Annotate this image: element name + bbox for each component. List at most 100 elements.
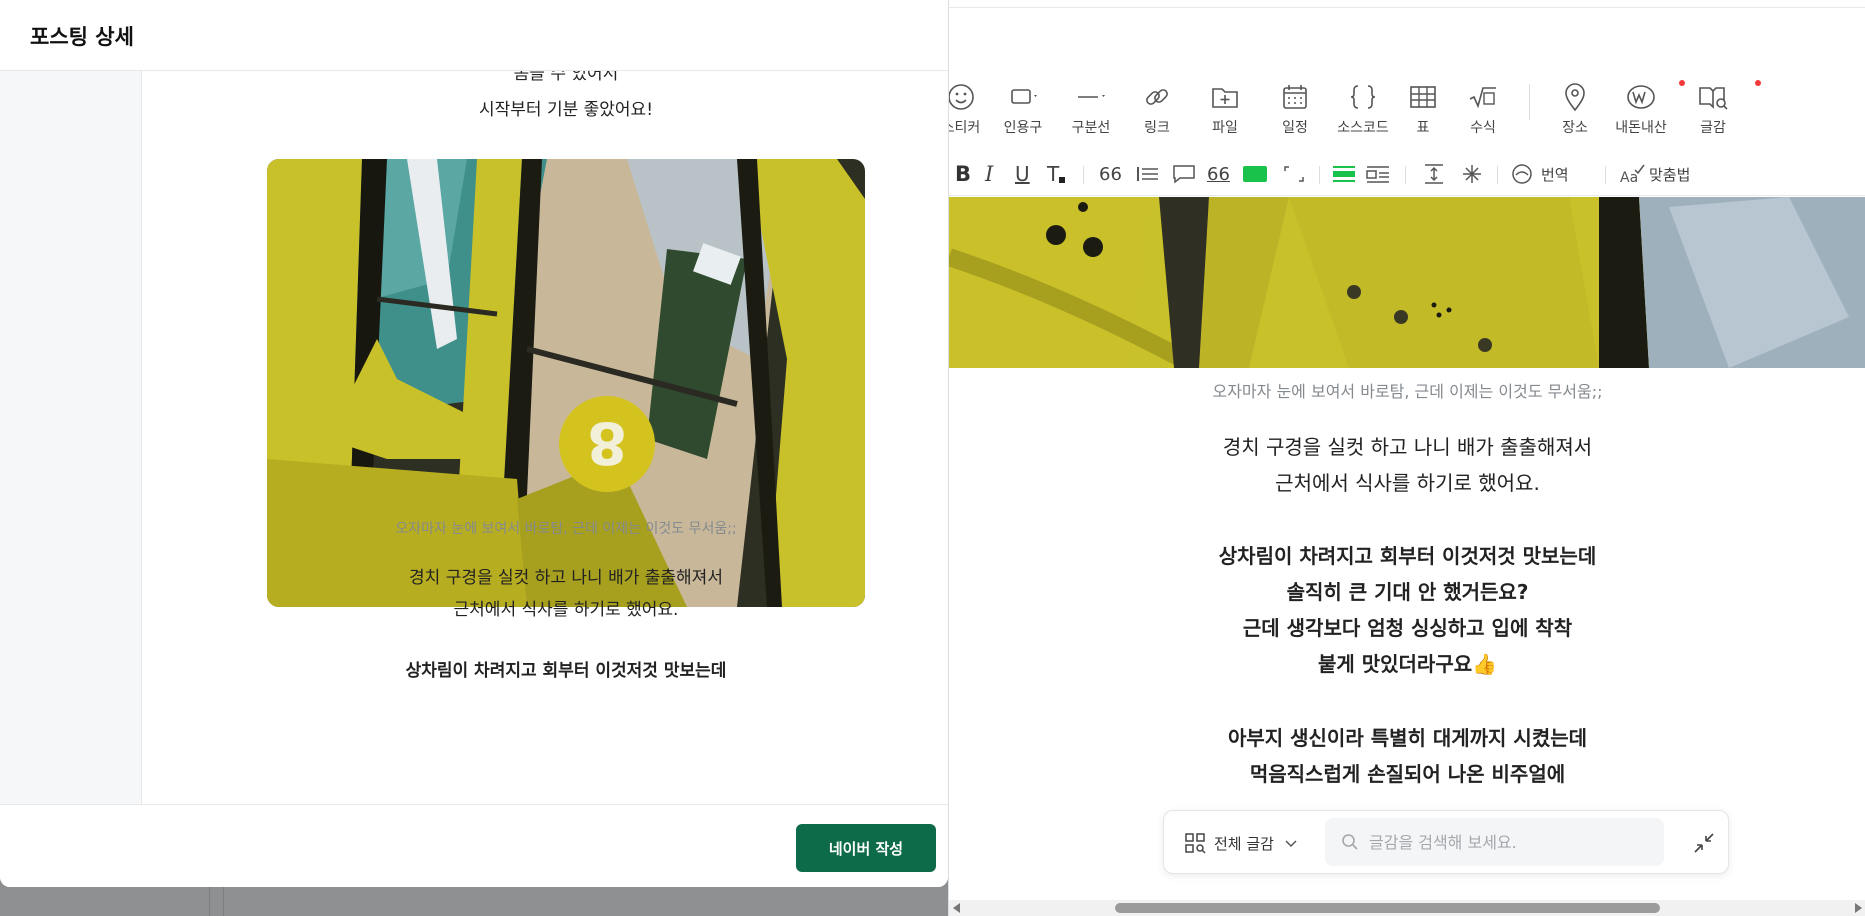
- toolbar-file[interactable]: 파일: [1193, 80, 1257, 137]
- align-icon[interactable]: [1135, 161, 1161, 187]
- translate-icon: [1512, 164, 1532, 184]
- photo-caption: 오자마자 눈에 보여서 바로탐, 근데 이제는 이것도 무서움;;: [395, 521, 737, 537]
- naver-write-button[interactable]: 네이버 작성: [796, 824, 936, 872]
- paragraph-2-line-4[interactable]: 붙게 맛있더라구요👍: [949, 648, 1865, 677]
- modal-footer: 네이버 작성: [0, 804, 948, 887]
- paragraph-2-line-3[interactable]: 근데 생각보다 엄청 싱싱하고 입에 착착: [949, 612, 1865, 641]
- paragraph-3-line-2[interactable]: 먹음직스럽게 손질되어 나온 비주얼에: [949, 758, 1865, 787]
- paragraph-3-line-1[interactable]: 아부지 생신이라 특별히 대게까지 시켰는데: [949, 722, 1865, 751]
- background-strip: [0, 887, 948, 916]
- material-icon: [1699, 87, 1728, 110]
- svg-text:8: 8: [587, 409, 627, 477]
- toolbar-label: 표: [1416, 120, 1430, 136]
- post-paragraph-1-line-1: 경치 구경을 실컷 하고 나니 배가 출출해져서: [409, 568, 723, 588]
- underline-button[interactable]: U: [1015, 161, 1030, 187]
- grid-search-icon: [1185, 833, 1206, 854]
- modal-header: 포스팅 상세: [0, 0, 948, 71]
- material-filter-dropdown[interactable]: 전체 글감: [1184, 829, 1298, 857]
- modal-sidebar: [0, 71, 142, 804]
- highlight-button[interactable]: [1243, 161, 1267, 187]
- spellcheck-button[interactable]: Aa 맞춤법: [1619, 161, 1690, 187]
- italic-button[interactable]: I: [985, 161, 993, 187]
- svg-text:Aa: Aa: [1620, 170, 1638, 186]
- toolbar-material[interactable]: 글감: [1681, 80, 1745, 137]
- font-quote-button[interactable]: 66: [1099, 161, 1122, 187]
- clear-format-icon[interactable]: [1459, 161, 1485, 187]
- post-paragraph-1-line-2: 근처에서 식사를 하기로 했어요.: [453, 600, 679, 620]
- toolbar-link[interactable]: 링크: [1125, 80, 1189, 137]
- format-separator: [1319, 166, 1320, 184]
- post-preview[interactable]: 봄을 수 있어서 시작부터 기분 좋았어요! 8 오자마자 눈에 보여서 바로탐…: [142, 71, 948, 804]
- toolbar-label: 링크: [1144, 120, 1170, 136]
- toolbar-separator: [1529, 84, 1530, 120]
- toolbar-label: 내돈내산: [1615, 120, 1667, 136]
- spellcheck-icon: Aa: [1620, 164, 1645, 186]
- format-separator: [1405, 166, 1406, 184]
- horizontal-scrollbar[interactable]: [949, 900, 1865, 916]
- toolbar-divider[interactable]: 구분선: [1059, 80, 1123, 137]
- bold-button[interactable]: B: [955, 161, 971, 187]
- post-text-partial: 봄을 수 있어서: [513, 71, 619, 84]
- editor-body[interactable]: 오자마자 눈에 보여서 바로탐, 근데 이제는 이것도 무서움;; 경치 구경을…: [949, 368, 1865, 828]
- filter-label: 전체 글감: [1214, 834, 1274, 853]
- toolbar-my-money[interactable]: 내돈내산: [1609, 80, 1673, 137]
- post-paragraph-2-line-1: 상차림이 차려지고 회부터 이것저것 맛보는데: [405, 661, 727, 681]
- search-field[interactable]: [1325, 818, 1664, 866]
- line-spacing-icon[interactable]: [1421, 161, 1447, 187]
- post-text: 시작부터 기분 좋았어요!: [478, 100, 654, 120]
- collapse-icon[interactable]: [1692, 831, 1716, 855]
- format-separator: [1497, 166, 1498, 184]
- toolbar-label: 인용구: [1003, 120, 1043, 136]
- toolbar-formula[interactable]: 수식: [1451, 80, 1515, 137]
- toolbar-label: 수식: [1470, 120, 1496, 136]
- format-separator: [1083, 166, 1084, 184]
- format-toolbar: B I U T 66 66 번역 Aa 맞춤법: [949, 152, 1865, 196]
- paragraph-1-line-1[interactable]: 경치 구경을 실컷 하고 나니 배가 출출해져서: [949, 431, 1865, 460]
- toolbar-label: 구분선: [1071, 120, 1111, 136]
- toolbar-calendar[interactable]: 일정: [1263, 80, 1327, 137]
- toolbar-quote[interactable]: 인용구: [991, 80, 1055, 137]
- toolbar-label: 스티커: [949, 120, 981, 136]
- search-input[interactable]: [1369, 830, 1649, 854]
- scroll-left-arrow-icon[interactable]: [953, 903, 961, 913]
- paragraph-2-line-2[interactable]: 솔직히 큰 기대 안 했거든요?: [949, 576, 1865, 605]
- divider-icon: [1078, 95, 1105, 98]
- toolbar-table[interactable]: 표: [1391, 80, 1455, 137]
- table-icon: [1410, 86, 1436, 108]
- toolbar-sticker[interactable]: 스티커: [949, 80, 993, 137]
- search-icon: [1342, 834, 1358, 850]
- photo-caption[interactable]: 오자마자 눈에 보여서 바로탐, 근데 이제는 이것도 무서움;;: [949, 378, 1865, 402]
- formula-icon: [1469, 87, 1496, 109]
- scrollbar-thumb[interactable]: [1115, 903, 1660, 913]
- bracket-icon[interactable]: [1281, 161, 1307, 187]
- calendar-icon: [1283, 85, 1307, 109]
- paragraph-1-line-2[interactable]: 근처에서 식사를 하기로 했어요.: [949, 467, 1865, 496]
- width-full-icon[interactable]: [1331, 161, 1357, 187]
- quote-underline-button[interactable]: 66: [1207, 161, 1230, 187]
- toolbar-label: 파일: [1212, 120, 1238, 136]
- translate-button[interactable]: 번역: [1511, 161, 1569, 187]
- spellcheck-label: 맞춤법: [1649, 165, 1691, 184]
- scroll-right-arrow-icon[interactable]: [1854, 903, 1862, 913]
- paragraph-2-line-1[interactable]: 상차림이 차려지고 회부터 이것저것 맛보는데: [949, 540, 1865, 569]
- highlight-swatch: [1243, 166, 1267, 182]
- text-color-label: T: [1047, 162, 1060, 186]
- comment-icon[interactable]: [1171, 161, 1197, 187]
- editor-top-bar: [949, 0, 1865, 8]
- material-search-bar: 전체 글감: [1163, 810, 1729, 874]
- text-wrap-icon[interactable]: [1365, 161, 1391, 187]
- editor-photo[interactable]: [949, 197, 1865, 368]
- sticker-icon: [949, 84, 974, 110]
- toolbar-code[interactable]: 소스코드: [1331, 80, 1395, 137]
- modal-title: 포스팅 상세: [30, 25, 134, 49]
- text-color-button[interactable]: T: [1047, 161, 1066, 187]
- place-icon: [1565, 83, 1585, 112]
- insert-toolbar: 스티커 인용구 구분선 링크 파일 일정 소스코드: [949, 68, 1865, 152]
- toolbar-label: 글감: [1700, 120, 1726, 136]
- toolbar-place[interactable]: 장소: [1543, 80, 1607, 137]
- new-badge-dot: [1755, 80, 1761, 86]
- toolbar-label: 소스코드: [1337, 120, 1389, 136]
- code-icon: [1350, 85, 1376, 109]
- posting-detail-modal: 포스팅 상세 봄을 수 있어서 시작부터 기분 좋았어요! 8 오자마자 눈에 …: [0, 0, 948, 887]
- toolbar-label: 장소: [1562, 120, 1588, 136]
